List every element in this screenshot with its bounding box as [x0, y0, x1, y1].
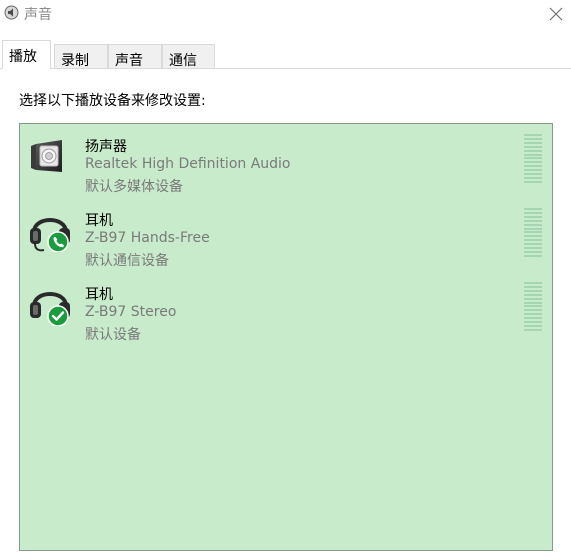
title-bar: 声音 — [0, 0, 571, 28]
close-button[interactable] — [541, 0, 571, 28]
level-meter-segment — [524, 223, 542, 226]
level-meter-segment — [524, 173, 542, 175]
headset-icon — [30, 218, 70, 252]
device-item-headset-handsfree[interactable]: 耳机 Z-B97 Hands-Free 默认通信设备 — [20, 200, 552, 272]
level-meter-segment — [524, 208, 542, 210]
level-meter-segment — [524, 305, 542, 308]
level-meter-segment — [524, 149, 542, 152]
level-meter-segment — [524, 254, 542, 257]
level-meter-segment — [524, 153, 542, 156]
level-meter-segment — [524, 243, 542, 246]
level-meter-segment — [524, 317, 542, 320]
tab-strip: 播放 录制 声音 通信 — [0, 40, 571, 69]
device-name: 耳机 — [85, 213, 113, 229]
device-name: 扬声器 — [85, 139, 127, 155]
close-icon — [549, 7, 563, 21]
device-description: Z-B97 Hands-Free — [85, 230, 210, 246]
level-meter-segment — [524, 211, 542, 214]
tab-playback[interactable]: 播放 — [2, 40, 51, 69]
level-meter-segment — [524, 293, 542, 296]
level-meter-segment — [524, 227, 542, 230]
level-meter-segment — [524, 141, 542, 144]
phone-badge-icon — [47, 231, 69, 252]
window-title: 声音 — [24, 7, 52, 23]
speaker-icon — [31, 140, 62, 172]
level-meter-segment — [524, 145, 542, 148]
playback-device-list[interactable]: 扬声器 Realtek High Definition Audio 默认多媒体设… — [19, 123, 553, 551]
device-name: 耳机 — [85, 287, 113, 303]
instruction-text: 选择以下播放设备来修改设置: — [19, 93, 206, 109]
tab-communications[interactable]: 通信 — [162, 44, 215, 69]
device-item-speakers[interactable]: 扬声器 Realtek High Definition Audio 默认多媒体设… — [20, 126, 552, 198]
level-meter-segment — [524, 289, 542, 292]
tab-recording[interactable]: 录制 — [54, 44, 108, 69]
headset-icon — [30, 292, 70, 326]
check-badge-icon — [47, 305, 69, 326]
level-meter-segment — [524, 285, 542, 288]
level-meter-segment — [524, 219, 542, 222]
volume-level-meter — [524, 282, 542, 332]
level-meter-segment — [524, 165, 542, 168]
level-meter-segment — [524, 134, 542, 136]
level-meter-segment — [524, 309, 542, 312]
level-meter-segment — [524, 328, 542, 331]
level-meter-segment — [524, 161, 542, 164]
level-meter-segment — [524, 231, 542, 234]
level-meter-segment — [524, 282, 542, 284]
device-status: 默认通信设备 — [85, 253, 169, 269]
level-meter-segment — [524, 137, 542, 140]
level-meter-segment — [524, 176, 542, 179]
level-meter-segment — [524, 321, 542, 323]
level-meter-segment — [524, 239, 542, 242]
sound-dialog: 声音 播放 录制 声音 通信 选择以下播放设备来修改设置: 扬声器 Realte… — [0, 0, 571, 559]
level-meter-segment — [524, 169, 542, 172]
level-meter-segment — [524, 297, 542, 300]
level-meter-segment — [524, 215, 542, 218]
level-meter-segment — [524, 235, 542, 238]
device-description: Realtek High Definition Audio — [85, 156, 291, 172]
level-meter-segment — [524, 157, 542, 160]
level-meter-segment — [524, 180, 542, 183]
tab-sounds[interactable]: 声音 — [108, 44, 162, 69]
device-item-headset-stereo[interactable]: 耳机 Z-B97 Stereo 默认设备 — [20, 274, 552, 346]
volume-level-meter — [524, 208, 542, 258]
speaker-app-icon — [4, 5, 19, 20]
level-meter-segment — [524, 250, 542, 253]
level-meter-segment — [524, 313, 542, 316]
device-status: 默认多媒体设备 — [85, 179, 183, 195]
device-description: Z-B97 Stereo — [85, 304, 177, 320]
volume-level-meter — [524, 134, 542, 184]
level-meter-segment — [524, 324, 542, 327]
level-meter-segment — [524, 301, 542, 304]
level-meter-segment — [524, 247, 542, 249]
device-status: 默认设备 — [85, 327, 141, 343]
